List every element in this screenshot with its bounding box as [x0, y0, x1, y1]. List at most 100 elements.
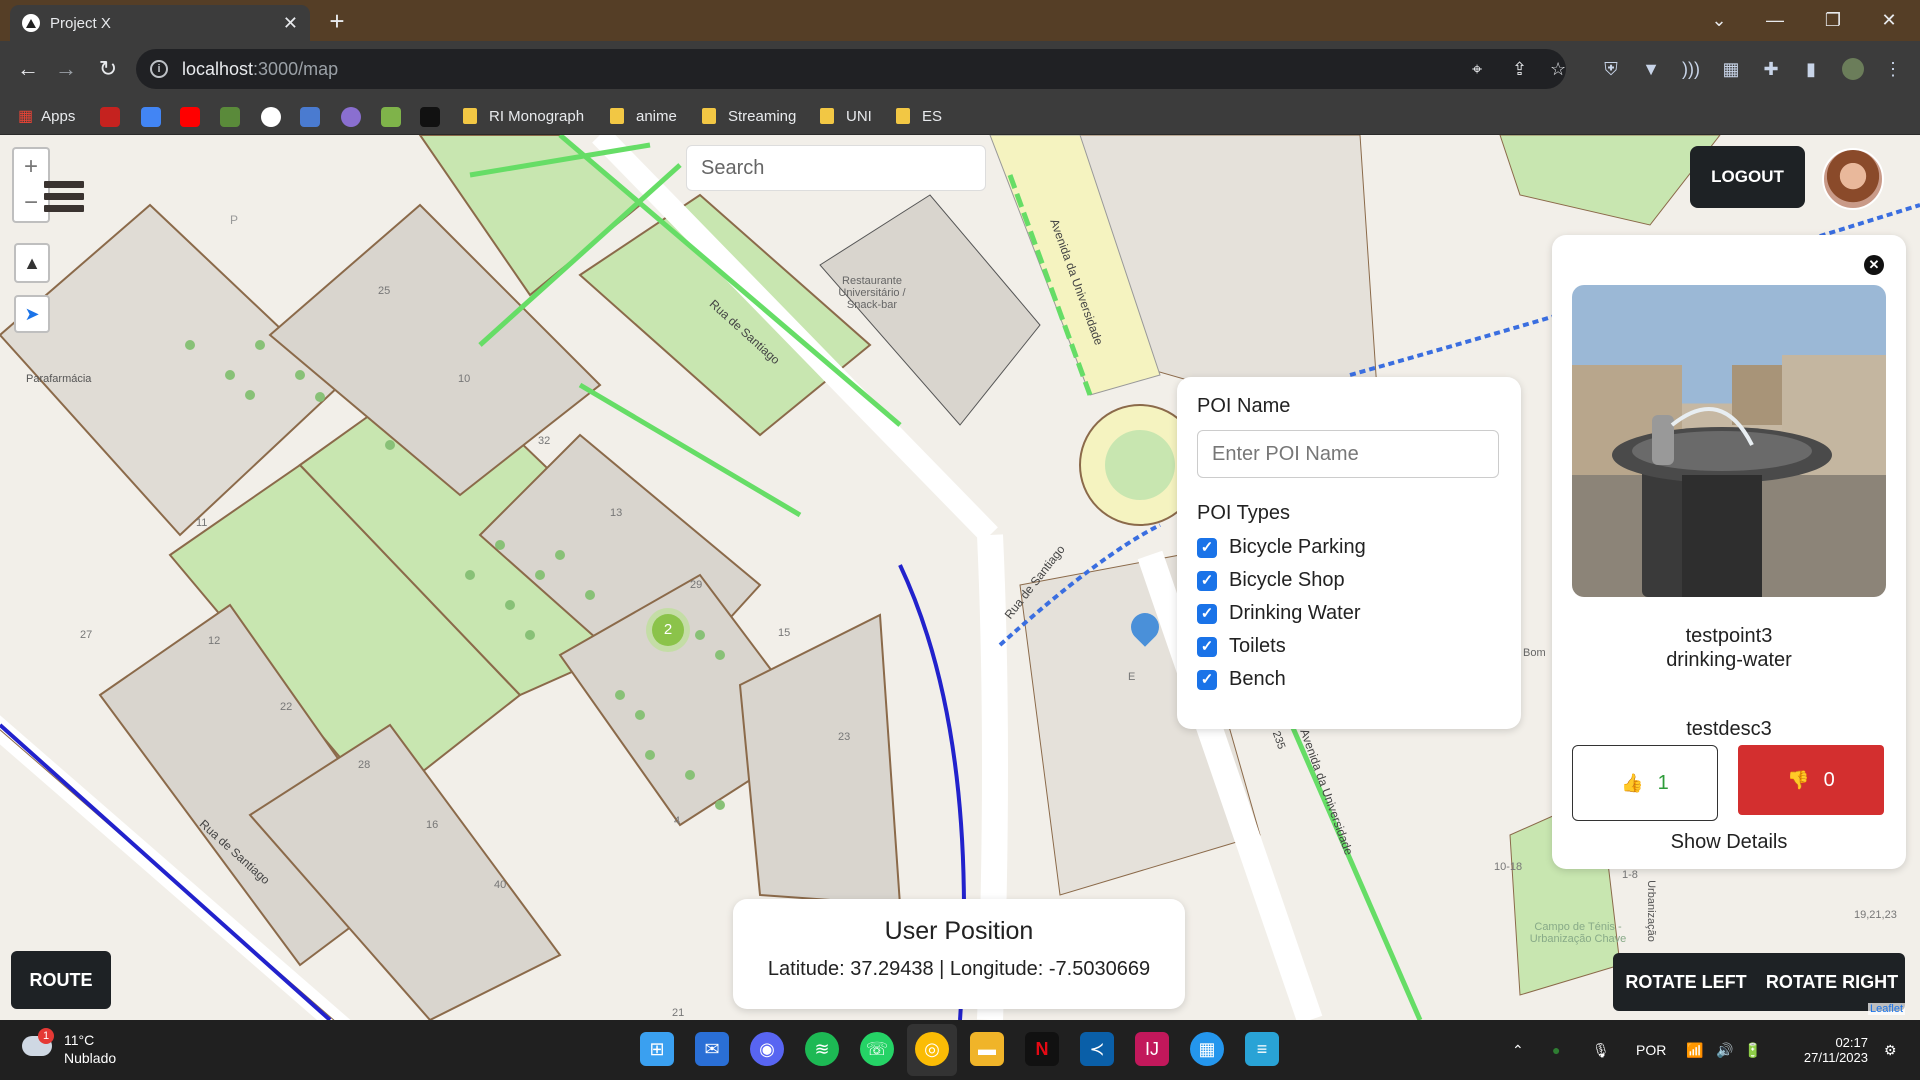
extension-wave-icon[interactable]: ))) — [1680, 58, 1702, 80]
minimize-icon[interactable]: — — [1752, 4, 1798, 36]
file-explorer-icon[interactable]: ▬ — [970, 1032, 1004, 1066]
discord-icon[interactable]: ◉ — [750, 1032, 784, 1066]
close-icon[interactable]: ✕ — [1864, 255, 1884, 275]
user-avatar[interactable] — [1822, 148, 1884, 210]
hamburger-menu-icon[interactable] — [44, 181, 84, 221]
house-number: 10-18 — [1494, 861, 1523, 873]
apps-grid-icon: ▦ — [18, 108, 34, 125]
bookmark-star-icon[interactable]: ☆ — [1550, 59, 1566, 80]
poi-type-bicycle-shop[interactable]: ✓ Bicycle Shop — [1197, 564, 1501, 597]
location-pin-icon[interactable]: ⌖ — [1472, 59, 1482, 80]
dislike-button[interactable]: 👎 0 — [1738, 745, 1884, 815]
site-info-icon[interactable]: i — [150, 60, 168, 78]
show-details-link[interactable]: Show Details — [1552, 831, 1906, 854]
start-windows-icon[interactable]: ⊞ — [640, 1032, 674, 1066]
weather-condition: Nublado — [64, 1050, 117, 1066]
compass-north-icon[interactable]: ▲ — [14, 243, 50, 283]
temperature: 11°C — [64, 1032, 95, 1048]
parking-label: P — [230, 213, 239, 227]
bookmark-site-icon-5[interactable] — [420, 107, 440, 127]
browser-tab[interactable]: Project X ✕ — [10, 5, 310, 41]
notepad-icon[interactable]: ≡ — [1245, 1032, 1279, 1066]
translate-icon[interactable] — [141, 107, 161, 127]
poi-type-bench[interactable]: ✓ Bench — [1197, 663, 1501, 696]
bookmark-folder[interactable]: Streaming — [702, 97, 796, 135]
house-number: 32 — [538, 435, 551, 447]
new-tab-icon[interactable]: + — [322, 6, 352, 36]
profile-avatar-icon[interactable] — [1842, 58, 1864, 80]
checkbox-checked-icon[interactable]: ✓ — [1197, 570, 1217, 591]
poi-cluster-marker[interactable]: 2 — [646, 608, 690, 652]
bookmark-site-icon-4[interactable] — [381, 107, 401, 127]
whatsapp-icon[interactable]: ☏ — [860, 1032, 894, 1066]
rotate-left-button[interactable]: ROTATE LEFT — [1613, 953, 1759, 1011]
windows-taskbar: 1 11°C Nublado ⊞ ✉ ◉ ≋ ☏ ◎ ▬ N ≺ IJ ▦ ≡ … — [0, 1020, 1920, 1080]
extension-grid-icon[interactable]: ▦ — [1720, 58, 1742, 80]
bookmark-folder[interactable]: ES — [896, 97, 942, 135]
volume-icon[interactable]: 🔊 — [1716, 1020, 1733, 1080]
mail-icon[interactable]: ✉ — [695, 1032, 729, 1066]
wifi-icon[interactable]: 📶 — [1686, 1020, 1703, 1080]
locate-me-icon[interactable]: ➤ — [14, 295, 50, 333]
chrome-icon[interactable]: ◎ — [915, 1032, 949, 1066]
zoom-in-button[interactable]: + — [14, 149, 48, 185]
bookmark-folder[interactable]: UNI — [820, 97, 872, 135]
vscode-icon[interactable]: ≺ — [1080, 1032, 1114, 1066]
extensions-puzzle-icon[interactable]: ✚ — [1760, 58, 1782, 80]
close-window-icon[interactable]: ✕ — [1866, 4, 1912, 36]
route-button[interactable]: ROUTE — [11, 951, 111, 1009]
checkbox-checked-icon[interactable]: ✓ — [1197, 636, 1217, 657]
language-indicator[interactable]: POR — [1636, 1020, 1666, 1080]
gmail-icon[interactable] — [100, 107, 120, 127]
back-icon[interactable]: ← — [10, 51, 46, 87]
notifications-icon[interactable]: ⚙ — [1884, 1020, 1897, 1080]
tab-close-icon[interactable]: ✕ — [283, 13, 298, 34]
extension-shield-icon[interactable]: ⛨ — [1600, 58, 1622, 80]
bookmark-folder[interactable]: anime — [610, 97, 677, 135]
bookmark-site-icon[interactable] — [220, 107, 240, 127]
poi-types-label: POI Types — [1197, 502, 1291, 524]
docker-icon[interactable]: ▦ — [1190, 1032, 1224, 1066]
like-button[interactable]: 👍 1 — [1572, 745, 1718, 821]
clock[interactable]: 02:17 27/11/2023 — [1786, 1020, 1868, 1080]
bookmark-apps[interactable]: ▦ Apps — [18, 97, 75, 135]
poi-details-panel: ✕ testpoint3 drinking-water testdesc3 👍 1… — [1552, 235, 1906, 869]
checkbox-checked-icon[interactable]: ✓ — [1197, 669, 1217, 690]
checkbox-checked-icon[interactable]: ✓ — [1197, 537, 1217, 558]
logout-button[interactable]: LOGOUT — [1690, 146, 1805, 208]
poi-type-bicycle-parking[interactable]: ✓ Bicycle Parking — [1197, 531, 1501, 564]
tab-search-chevron-icon[interactable]: ⌄ — [1696, 4, 1742, 36]
bookmark-label: anime — [636, 107, 677, 125]
share-icon[interactable]: ⇪ — [1512, 59, 1527, 80]
address-bar[interactable]: i localhost:3000/map ⌖ ⇪ ☆ — [136, 49, 1566, 89]
forward-icon[interactable]: → — [48, 51, 84, 87]
show-hidden-icons-icon[interactable]: ⌃ — [1512, 1020, 1524, 1080]
microphone-icon[interactable]: 🎙 — [1592, 1020, 1610, 1080]
map-attribution[interactable]: Leaflet — [1868, 1003, 1906, 1015]
poi-type-toilets[interactable]: ✓ Toilets — [1197, 630, 1501, 663]
bookmark-folder[interactable]: RI Monograph — [463, 97, 584, 135]
youtube-icon[interactable] — [180, 107, 200, 127]
netflix-icon[interactable]: N — [1025, 1032, 1059, 1066]
notification-badge: 1 — [38, 1028, 54, 1044]
place-label: Bom — [1523, 647, 1546, 659]
poi-type-drinking-water[interactable]: ✓ Drinking Water — [1197, 597, 1501, 630]
spotify-icon[interactable]: ≋ — [805, 1032, 839, 1066]
bookmark-site-icon-2[interactable] — [300, 107, 320, 127]
tray-app-icon[interactable]: ● — [1552, 1020, 1560, 1080]
maximize-icon[interactable]: ❐ — [1810, 4, 1856, 36]
side-panel-icon[interactable]: ▮ — [1800, 58, 1822, 80]
extension-filter-icon[interactable]: ▼ — [1640, 58, 1662, 80]
intellij-icon[interactable]: IJ — [1135, 1032, 1169, 1066]
github-icon[interactable] — [261, 107, 281, 127]
menu-kebab-icon[interactable]: ⋮ — [1882, 58, 1904, 80]
zoom-out-button[interactable]: − — [14, 185, 48, 221]
checkbox-checked-icon[interactable]: ✓ — [1197, 603, 1217, 624]
bookmark-site-icon-3[interactable] — [341, 107, 361, 127]
house-number: 15 — [778, 627, 791, 639]
map-view[interactable]: Rua de Santiago Avenida da Universidade … — [0, 135, 1920, 1020]
search-input[interactable] — [686, 145, 986, 191]
poi-name-input[interactable] — [1197, 430, 1499, 478]
reload-icon[interactable]: ↻ — [90, 51, 126, 87]
battery-icon[interactable]: 🔋 — [1744, 1020, 1761, 1080]
